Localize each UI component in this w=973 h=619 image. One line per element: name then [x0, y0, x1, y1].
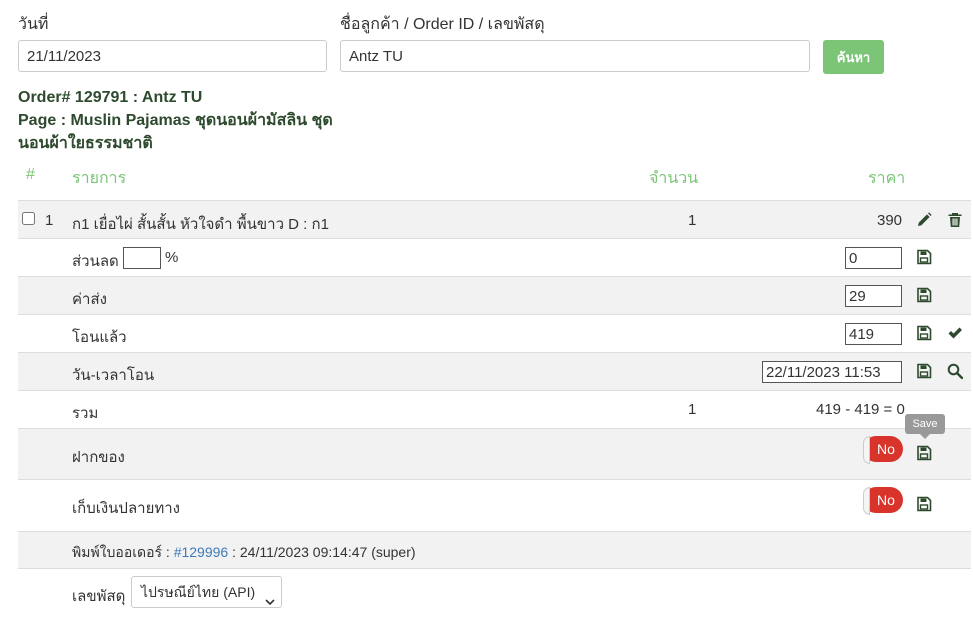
cod-toggle[interactable]: No [863, 487, 903, 515]
customer-search-input[interactable] [340, 40, 810, 72]
print-info: พิมพ์ใบออเดอร์ : #129996 : 24/11/2023 09… [72, 542, 416, 564]
save-icon[interactable] [916, 325, 932, 341]
header-qty: จำนวน [649, 170, 699, 187]
paid-input[interactable] [845, 323, 902, 345]
order-title: Order# 129791 : Antz TU Page : Muslin Pa… [18, 86, 348, 155]
save-tooltip: Save [905, 414, 945, 439]
shipping-input[interactable] [845, 285, 902, 307]
header-item: รายการ [72, 170, 127, 187]
shipping-row [18, 276, 971, 314]
order-title-line1: Order# 129791 : Antz TU [18, 89, 203, 106]
tracking-label: เลขพัสดุ [72, 588, 126, 605]
deposit-row [18, 428, 971, 479]
total-label: รวม [72, 405, 99, 422]
customer-label: ชื่อลูกค้า / Order ID / เลขพัสดุ [340, 16, 545, 33]
tracking-selected: ไปรษณีย์ไทย (API) [141, 584, 256, 600]
search-icon[interactable] [947, 363, 963, 379]
save-icon[interactable] [916, 287, 932, 303]
trash-icon[interactable] [947, 212, 963, 228]
discount-input[interactable] [845, 247, 902, 269]
item-price: 390 [877, 212, 903, 229]
print-order-link[interactable]: #129996 [174, 544, 229, 560]
discount-percent-input[interactable] [123, 247, 161, 269]
tracking-select[interactable]: ไปรษณีย์ไทย (API) [131, 576, 282, 608]
shipping-label: ค่าส่ง [72, 291, 107, 308]
total-qty: 1 [688, 401, 697, 418]
item-num: 1 [45, 212, 54, 229]
header-price: ราคา [868, 170, 906, 187]
deposit-label: ฝากของ [72, 449, 125, 466]
save-icon[interactable] [916, 363, 932, 379]
print-label: พิมพ์ใบออเดอร์ : [72, 544, 170, 560]
save-icon[interactable] [916, 249, 932, 265]
pencil-icon[interactable] [916, 212, 932, 228]
paid-row [18, 314, 971, 352]
discount-percent-sign: % [165, 249, 179, 266]
check-icon[interactable] [947, 325, 963, 341]
item-qty: 1 [688, 212, 697, 229]
print-timestamp: : 24/11/2023 09:14:47 (super) [232, 544, 416, 560]
paid-time-label: วัน-เวลาโอน [72, 367, 155, 384]
order-title-line3: นอนผ้าใยธรรมชาติ [18, 135, 153, 152]
save-icon[interactable] [916, 445, 932, 461]
paid-label: โอนแล้ว [72, 329, 127, 346]
cod-label: เก็บเงินปลายทาง [72, 500, 180, 517]
total-value: 419 - 419 = 0 [816, 401, 905, 418]
search-button[interactable]: ค้นหา [823, 40, 884, 74]
chevron-down-icon [265, 587, 275, 606]
save-icon[interactable] [916, 496, 932, 512]
header-num: # [26, 166, 35, 183]
discount-label: ส่วนลด [72, 253, 119, 270]
item-checkbox[interactable] [22, 212, 35, 225]
deposit-toggle[interactable]: No [863, 436, 903, 464]
paid-time-input[interactable] [762, 361, 902, 383]
date-input[interactable] [18, 40, 327, 72]
date-label: วันที่ [18, 16, 49, 33]
order-title-line2: Page : Muslin Pajamas ชุดนอนผ้ามัสลิน ชุ… [18, 112, 333, 129]
item-name: ก1 เยื่อไผ่ สั้นสั้น หัวใจดำ พื้นขาว D :… [72, 216, 329, 233]
